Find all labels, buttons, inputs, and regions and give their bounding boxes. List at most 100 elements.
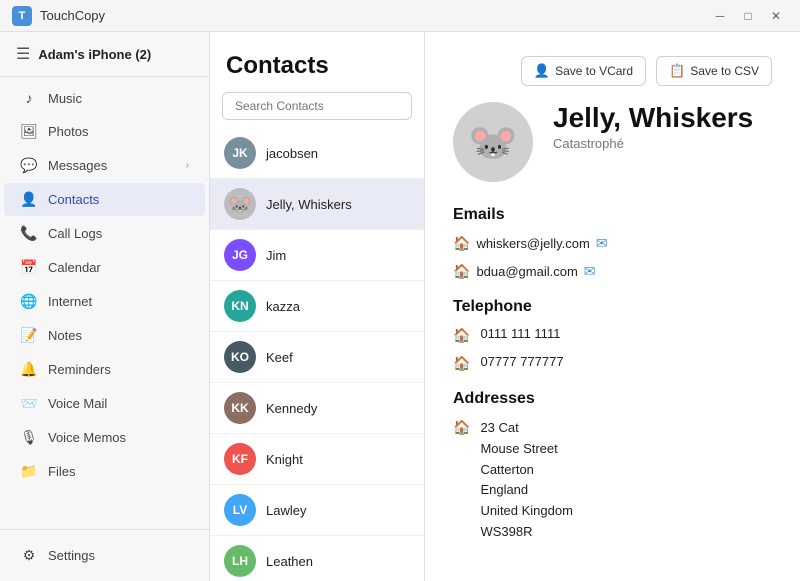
emails-section: Emails 🏠 whiskers@jelly.com ✉ 🏠 bdua@gma… bbox=[453, 206, 772, 280]
call-logs-icon: 📞 bbox=[20, 225, 38, 242]
building-icon-2: 🏠 bbox=[453, 263, 470, 280]
contacts-panel-title: Contacts bbox=[226, 52, 408, 80]
settings-icon: ⚙ bbox=[20, 547, 38, 564]
contact-name-knight: Knight bbox=[266, 452, 303, 467]
sidebar: ☰ Adam's iPhone (2) ♪ Music 🖼 Photos 💬 M… bbox=[0, 32, 210, 581]
contact-item-keef[interactable]: KO Keef bbox=[210, 332, 424, 383]
sidebar-item-photos[interactable]: 🖼 Photos bbox=[4, 115, 205, 148]
telephone-section: Telephone 🏠 0111 111 1111 🏠 07777 777777 bbox=[453, 298, 772, 372]
sidebar-label-messages: Messages bbox=[48, 158, 176, 173]
music-icon: ♪ bbox=[20, 90, 38, 106]
contact-avatar-jim: JG bbox=[224, 239, 256, 271]
vcard-icon: 👤 bbox=[534, 63, 550, 79]
window-controls[interactable]: ─ □ ✕ bbox=[708, 6, 788, 26]
detail-name-block: Jelly, Whiskers Catastrophé bbox=[553, 102, 753, 151]
phone-home-icon-2: 🏠 bbox=[453, 355, 470, 372]
contact-item-lawley[interactable]: LV Lawley bbox=[210, 485, 424, 536]
contacts-icon: 👤 bbox=[20, 191, 38, 208]
contact-avatar-kennedy: KK bbox=[224, 392, 256, 424]
contact-item-leathen[interactable]: LH Leathen bbox=[210, 536, 424, 581]
sidebar-item-notes[interactable]: 📝 Notes bbox=[4, 319, 205, 352]
contact-name-kazza: kazza bbox=[266, 299, 300, 314]
emails-title: Emails bbox=[453, 206, 772, 224]
contact-item-kennedy[interactable]: KK Kennedy bbox=[210, 383, 424, 434]
maximize-button[interactable]: □ bbox=[736, 6, 760, 26]
search-box bbox=[222, 92, 412, 120]
contact-name-leathen: Leathen bbox=[266, 554, 313, 569]
contact-item-jelly-whiskers[interactable]: 🐭 Jelly, Whiskers bbox=[210, 179, 424, 230]
addresses-section: Addresses 🏠 23 CatMouse StreetCattertonE… bbox=[453, 390, 772, 543]
address-row-1: 🏠 23 CatMouse StreetCattertonEnglandUnit… bbox=[453, 418, 772, 543]
contact-name-kennedy: Kennedy bbox=[266, 401, 317, 416]
title-bar: T TouchCopy ─ □ ✕ bbox=[0, 0, 800, 32]
csv-icon: 📋 bbox=[669, 63, 685, 79]
email-value-1: whiskers@jelly.com bbox=[476, 236, 589, 251]
reminders-icon: 🔔 bbox=[20, 361, 38, 378]
contact-list-panel: Contacts JK jacobsen 🐭 Jelly, Whiskers J… bbox=[210, 32, 425, 581]
photos-icon: 🖼 bbox=[20, 123, 38, 140]
contact-avatar-lawley: LV bbox=[224, 494, 256, 526]
app-title: TouchCopy bbox=[40, 8, 105, 23]
contact-name-jim: Jim bbox=[266, 248, 286, 263]
email-row-2: 🏠 bdua@gmail.com ✉ bbox=[453, 262, 772, 280]
detail-subtitle: Catastrophé bbox=[553, 136, 753, 151]
sidebar-label-notes: Notes bbox=[48, 328, 189, 343]
sidebar-item-call-logs[interactable]: 📞 Call Logs bbox=[4, 217, 205, 250]
address-text: 23 CatMouse StreetCattertonEnglandUnited… bbox=[480, 418, 573, 543]
sidebar-item-calendar[interactable]: 📅 Calendar bbox=[4, 251, 205, 284]
minimize-button[interactable]: ─ bbox=[708, 6, 732, 26]
email-link-icon-1[interactable]: ✉ bbox=[596, 235, 608, 252]
sidebar-item-contacts[interactable]: 👤 Contacts bbox=[4, 183, 205, 216]
sidebar-item-settings[interactable]: ⚙ Settings bbox=[4, 539, 205, 572]
contact-avatar-jacobsen: JK bbox=[224, 137, 256, 169]
sidebar-footer: ⚙ Settings bbox=[0, 529, 209, 581]
sidebar-item-messages[interactable]: 💬 Messages › bbox=[4, 149, 205, 182]
contact-avatar-kazza: KN bbox=[224, 290, 256, 322]
contact-list: JK jacobsen 🐭 Jelly, Whiskers JG Jim KN … bbox=[210, 128, 424, 581]
contact-item-kazza[interactable]: KN kazza bbox=[210, 281, 424, 332]
device-header: ☰ Adam's iPhone (2) bbox=[0, 32, 209, 77]
files-icon: 📁 bbox=[20, 463, 38, 480]
contact-avatar-leathen: LH bbox=[224, 545, 256, 577]
sidebar-item-reminders[interactable]: 🔔 Reminders bbox=[4, 353, 205, 386]
contact-item-knight[interactable]: KF Knight bbox=[210, 434, 424, 485]
addresses-title: Addresses bbox=[453, 390, 772, 408]
phone-home-icon-1: 🏠 bbox=[453, 327, 470, 344]
contact-avatar-jelly-whiskers: 🐭 bbox=[224, 188, 256, 220]
sidebar-item-files[interactable]: 📁 Files bbox=[4, 455, 205, 488]
chevron-icon: › bbox=[186, 160, 189, 171]
title-bar-left: T TouchCopy bbox=[12, 6, 105, 26]
notes-icon: 📝 bbox=[20, 327, 38, 344]
sidebar-item-internet[interactable]: 🌐 Internet bbox=[4, 285, 205, 318]
sidebar-label-voice-mail: Voice Mail bbox=[48, 396, 189, 411]
sidebar-label-voice-memos: Voice Memos bbox=[48, 430, 189, 445]
close-button[interactable]: ✕ bbox=[764, 6, 788, 26]
sidebar-label-photos: Photos bbox=[48, 124, 189, 139]
detail-avatar: 🐭 bbox=[453, 102, 533, 182]
voice-memos-icon: 🎙 bbox=[20, 429, 38, 446]
phone-value-2: 07777 777777 bbox=[480, 354, 563, 369]
contact-item-jacobsen[interactable]: JK jacobsen bbox=[210, 128, 424, 179]
search-input[interactable] bbox=[222, 92, 412, 120]
messages-icon: 💬 bbox=[20, 157, 38, 174]
sidebar-label-files: Files bbox=[48, 464, 189, 479]
building-icon-1: 🏠 bbox=[453, 235, 470, 252]
telephone-title: Telephone bbox=[453, 298, 772, 316]
email-link-icon-2[interactable]: ✉ bbox=[584, 263, 596, 280]
contact-name-keef: Keef bbox=[266, 350, 293, 365]
save-csv-button[interactable]: 📋 Save to CSV bbox=[656, 56, 772, 86]
sidebar-item-music[interactable]: ♪ Music bbox=[4, 82, 205, 114]
device-name: Adam's iPhone (2) bbox=[38, 47, 151, 62]
sidebar-label-reminders: Reminders bbox=[48, 362, 189, 377]
menu-icon[interactable]: ☰ bbox=[16, 44, 30, 64]
sidebar-label-internet: Internet bbox=[48, 294, 189, 309]
save-vcard-button[interactable]: 👤 Save to VCard bbox=[521, 56, 646, 86]
sidebar-item-voice-memos[interactable]: 🎙 Voice Memos bbox=[4, 421, 205, 454]
detail-panel: 👤 Save to VCard 📋 Save to CSV 🐭 Jelly, W… bbox=[425, 32, 800, 581]
contact-name-jacobsen: jacobsen bbox=[266, 146, 318, 161]
contact-avatar-knight: KF bbox=[224, 443, 256, 475]
sidebar-label-settings: Settings bbox=[48, 548, 189, 563]
app-body: ☰ Adam's iPhone (2) ♪ Music 🖼 Photos 💬 M… bbox=[0, 32, 800, 581]
sidebar-item-voice-mail[interactable]: 📨 Voice Mail bbox=[4, 387, 205, 420]
contact-item-jim[interactable]: JG Jim bbox=[210, 230, 424, 281]
